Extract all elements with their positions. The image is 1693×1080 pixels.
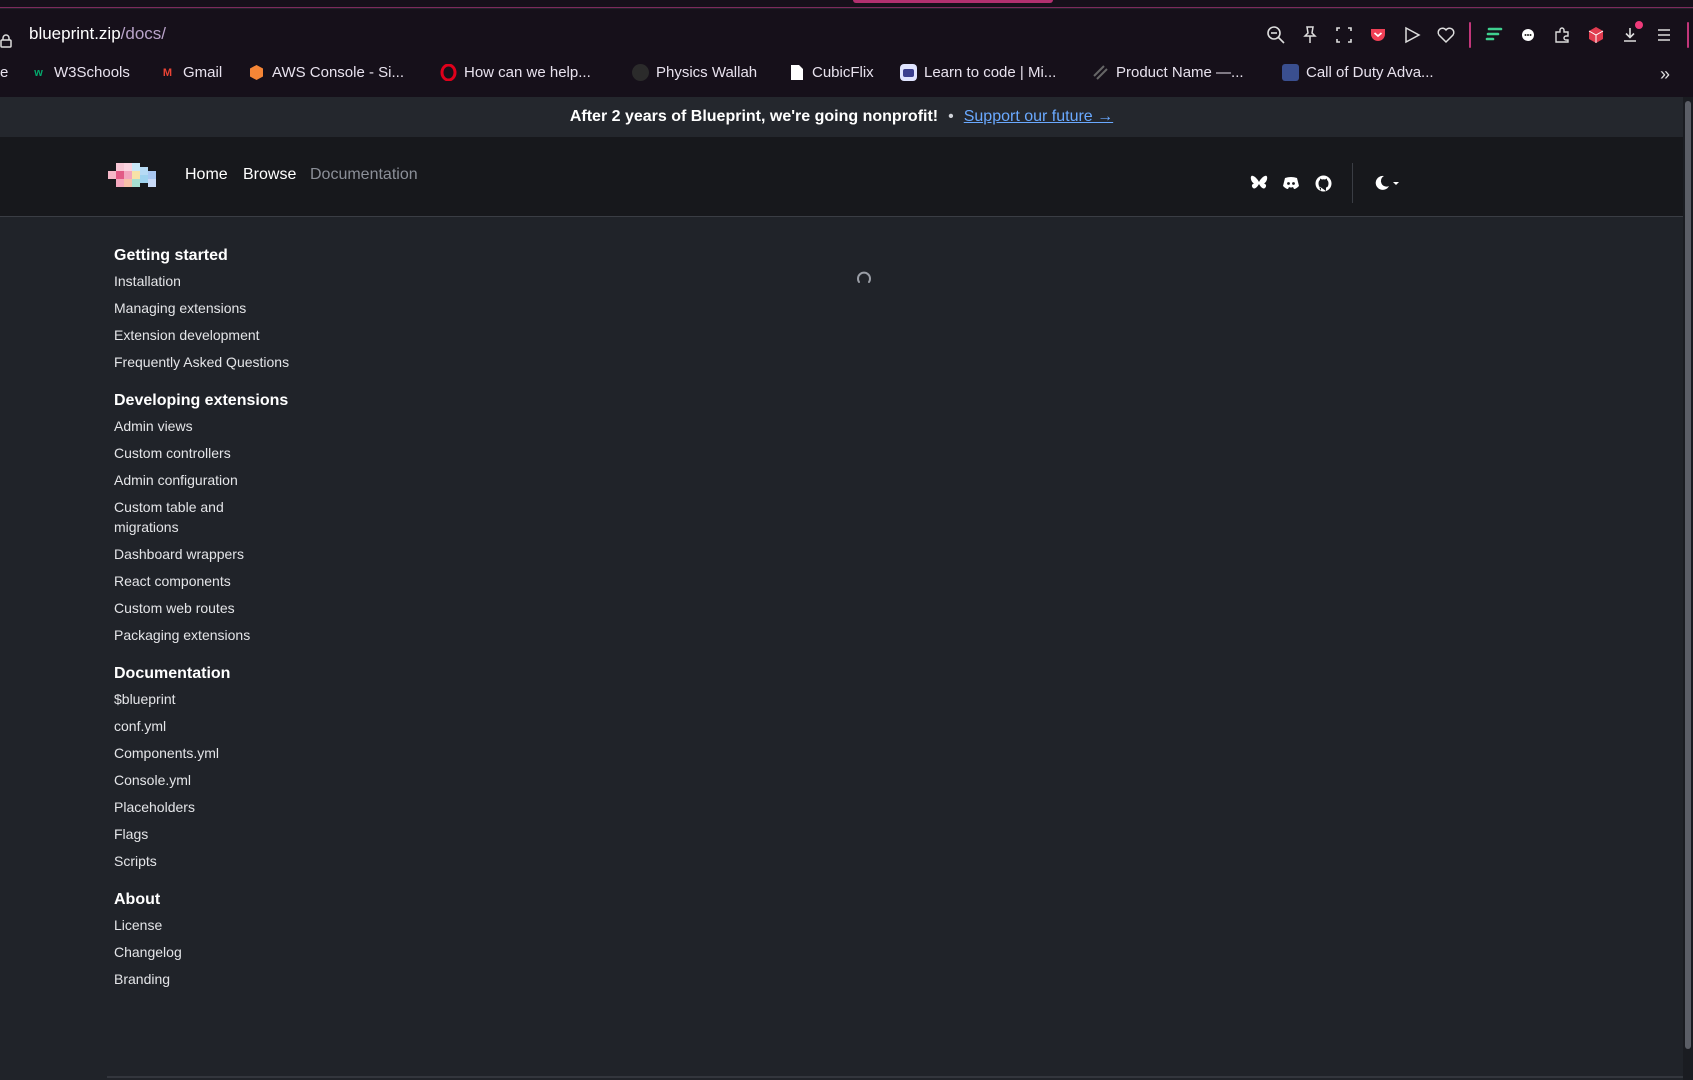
sidebar-item-placeholders[interactable]: Placeholders xyxy=(114,797,314,817)
sidebar-item-changelog[interactable]: Changelog xyxy=(114,942,314,962)
sidebar-item-admin-configuration[interactable]: Admin configuration xyxy=(114,470,314,490)
mimo-icon xyxy=(900,64,917,81)
sidebar-item-react-components[interactable]: React components xyxy=(114,571,314,591)
page: After 2 years of Blueprint, we're going … xyxy=(0,97,1683,1080)
sidebar-item-branding[interactable]: Branding xyxy=(114,969,314,989)
sidebar-section-about: About License Changelog Branding xyxy=(114,891,314,989)
active-tab-indicator[interactable] xyxy=(853,0,1053,3)
sidebar-item-console-yml[interactable]: Console.yml xyxy=(114,770,314,790)
sidebar-item-managing-extensions[interactable]: Managing extensions xyxy=(114,298,314,318)
github-icon[interactable] xyxy=(1314,174,1332,192)
url-text[interactable]: blueprint.zip/docs/ xyxy=(29,24,166,44)
toolbar-icons xyxy=(1265,21,1689,48)
bookmark-mimo[interactable]: Learn to code | Mi... xyxy=(900,64,1056,81)
content-divider xyxy=(107,1076,1683,1078)
support-link[interactable]: Support our future → xyxy=(964,108,1113,126)
banner-message: After 2 years of Blueprint, we're going … xyxy=(569,108,939,125)
sidebar-item-installation[interactable]: Installation xyxy=(114,271,314,291)
sidebar-item-admin-views[interactable]: Admin views xyxy=(114,416,314,436)
physics-wallah-icon xyxy=(632,64,649,81)
send-icon[interactable] xyxy=(1401,24,1423,46)
bookmark-aws[interactable]: AWS Console - Si... xyxy=(248,64,404,81)
heart-icon[interactable] xyxy=(1435,24,1457,46)
extension-stripes-icon[interactable] xyxy=(1483,24,1505,46)
lock-icon[interactable] xyxy=(0,34,12,48)
loading-spinner-icon xyxy=(857,271,871,283)
blueprint-logo[interactable] xyxy=(108,163,160,191)
banner-separator: • xyxy=(948,108,954,125)
bookmark-w3schools[interactable]: w W3Schools xyxy=(30,64,130,81)
sidebar-item-extension-development[interactable]: Extension development xyxy=(114,325,314,345)
sidebar-section-developing-extensions: Developing extensions Admin views Custom… xyxy=(114,392,314,645)
sidebar-section-title: Developing extensions xyxy=(114,392,289,409)
sidebar-item-custom-web-routes[interactable]: Custom web routes xyxy=(114,598,314,618)
cod-icon xyxy=(1282,64,1299,81)
nav-documentation[interactable]: Documentation xyxy=(310,166,418,184)
notification-dot xyxy=(1635,21,1643,29)
bookmark-cubicflix[interactable]: CubicFlix xyxy=(788,64,874,81)
pin-icon[interactable] xyxy=(1299,24,1321,46)
sidebar-item-license[interactable]: License xyxy=(114,915,314,935)
w3schools-icon: w xyxy=(34,66,43,79)
sidebar-section-title: Documentation xyxy=(114,665,231,682)
bookmark-cod[interactable]: Call of Duty Adva... xyxy=(1282,64,1434,81)
sidebar-item-flags[interactable]: Flags xyxy=(114,824,314,844)
site-navbar: Home Browse Documentation xyxy=(0,137,1683,217)
sidebar-section-getting-started: Getting started Installation Managing ex… xyxy=(114,247,314,372)
pocket-icon[interactable] xyxy=(1367,24,1389,46)
theme-toggle-moon-icon[interactable] xyxy=(1373,174,1401,192)
chat-bubble-icon[interactable] xyxy=(1517,24,1539,46)
downloads-icon[interactable] xyxy=(1619,21,1643,46)
sidebar-item-scripts[interactable]: Scripts xyxy=(114,851,314,871)
scrollbar-thumb[interactable] xyxy=(1685,101,1691,1049)
bookmark-product[interactable]: Product Name —... xyxy=(1092,64,1244,81)
bookmark-physics-wallah[interactable]: Physics Wallah xyxy=(632,64,757,81)
toolbar-edge xyxy=(1687,22,1689,48)
toolbar-separator xyxy=(1469,22,1471,48)
social-links xyxy=(1250,163,1401,203)
opera-icon xyxy=(440,64,457,81)
sidebar-item-blueprint-var[interactable]: $blueprint xyxy=(114,689,314,709)
document-icon xyxy=(788,64,805,81)
sidebar-item-custom-controllers[interactable]: Custom controllers xyxy=(114,443,314,463)
nav-browse[interactable]: Browse xyxy=(243,166,296,184)
tab-strip xyxy=(0,0,1693,8)
docs-sidebar: Getting started Installation Managing ex… xyxy=(114,247,314,1009)
sidebar-item-custom-table-migrations[interactable]: Custom table and migrations xyxy=(114,497,234,537)
bookmark-gmail[interactable]: M Gmail xyxy=(159,64,222,81)
nav-home[interactable]: Home xyxy=(185,166,228,184)
page-scrollbar[interactable] xyxy=(1683,97,1693,1080)
discord-icon[interactable] xyxy=(1282,174,1300,192)
screenshot-icon[interactable] xyxy=(1333,24,1355,46)
menu-icon[interactable] xyxy=(1653,24,1675,46)
sidebar-section-documentation: Documentation $blueprint conf.yml Compon… xyxy=(114,665,314,871)
aws-icon xyxy=(248,64,265,81)
sidebar-item-conf-yml[interactable]: conf.yml xyxy=(114,716,314,736)
sidebar-section-title: About xyxy=(114,891,161,908)
product-icon xyxy=(1092,64,1109,81)
extensions-puzzle-icon[interactable] xyxy=(1551,24,1573,46)
sidebar-item-faq[interactable]: Frequently Asked Questions xyxy=(114,352,314,372)
sidebar-item-components-yml[interactable]: Components.yml xyxy=(114,743,314,763)
bookmark-item[interactable]: e xyxy=(0,64,8,81)
sidebar-item-packaging-extensions[interactable]: Packaging extensions xyxy=(114,625,314,645)
bookmarks-overflow-icon[interactable]: » xyxy=(1660,64,1670,85)
zoom-out-icon[interactable] xyxy=(1265,24,1287,46)
announcement-banner: After 2 years of Blueprint, we're going … xyxy=(0,97,1683,137)
sidebar-item-dashboard-wrappers[interactable]: Dashboard wrappers xyxy=(114,544,314,564)
cube-extension-icon[interactable] xyxy=(1585,24,1607,46)
gmail-icon: M xyxy=(162,66,173,79)
bookmark-opera[interactable]: How can we help... xyxy=(440,64,591,81)
nav-divider xyxy=(1352,163,1353,203)
sidebar-section-title: Getting started xyxy=(114,247,228,264)
bluesky-icon[interactable] xyxy=(1250,174,1268,192)
